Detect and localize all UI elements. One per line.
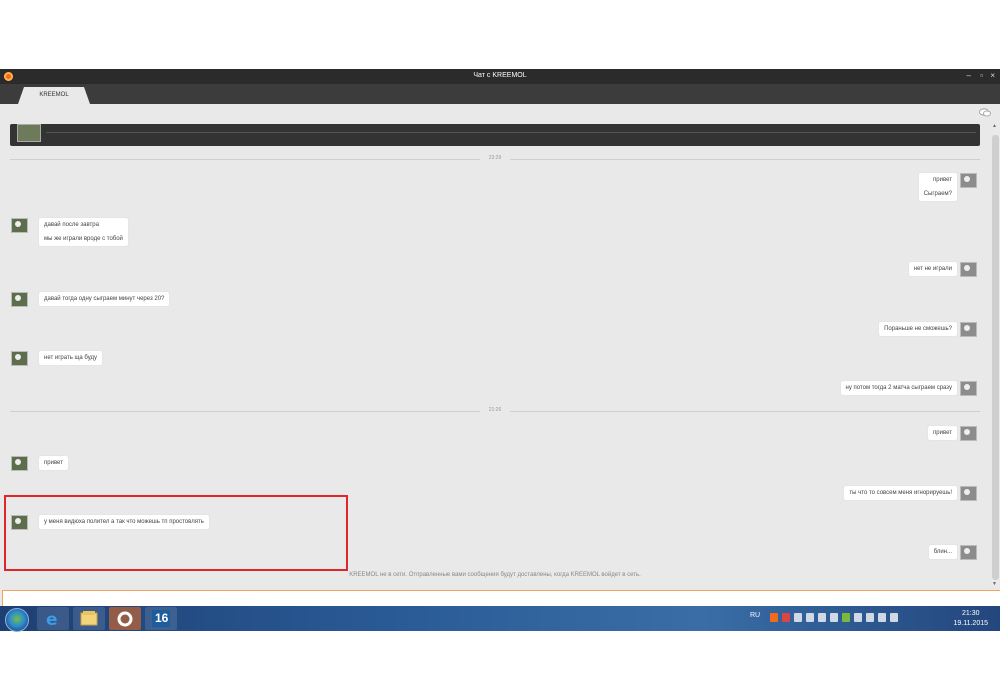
message-bubble: ты что то совсем меня игнорируешь! (844, 486, 957, 500)
contact-banner (10, 124, 980, 146)
avatar[interactable] (960, 381, 977, 396)
message-bubble: привет Сыграем? (918, 173, 957, 201)
origin-icon (117, 611, 133, 627)
start-button[interactable] (5, 608, 29, 632)
maximize-button[interactable]: ▫ (980, 71, 983, 80)
message-bubble: ну потом тогда 2 матча сыграем сразу (840, 381, 957, 395)
app16-label: 16 (155, 611, 169, 625)
system-tray (770, 613, 898, 622)
tray-monitor-icon[interactable] (830, 613, 838, 622)
avatar[interactable] (960, 173, 977, 188)
taskbar-ie[interactable]: e (37, 607, 69, 630)
svg-text:e: e (46, 610, 58, 627)
message-text: блин... (933, 549, 952, 555)
tab-kreemol[interactable]: KREEMOL (18, 87, 90, 104)
message-text: ну потом тогда 2 матча сыграем сразу (845, 385, 953, 391)
tray-network-icon[interactable] (794, 613, 802, 622)
taskbar-origin[interactable] (109, 607, 141, 630)
message-bubble: привет (39, 456, 68, 470)
banner-divider (46, 132, 976, 133)
scrollbar-thumb[interactable] (992, 135, 999, 580)
message-text: привет (44, 460, 63, 466)
internet-explorer-icon: e (46, 610, 58, 627)
message-text: мы же играли вроде с тобой (44, 236, 123, 242)
avatar[interactable] (960, 486, 977, 501)
folder-icon (80, 611, 98, 626)
avatar[interactable] (960, 262, 977, 277)
message-text: Сыграем? (923, 191, 952, 197)
tray-origin-icon[interactable] (770, 613, 778, 622)
tab-bar: KREEMOL (0, 84, 1000, 104)
time-separator: 23:29 (10, 155, 980, 161)
message-bubble: нет не играли (908, 262, 957, 276)
time-separator: 21:26 (10, 407, 980, 413)
tray-action-center-icon[interactable] (854, 613, 862, 622)
message-text: давай тогда одну сыграем минут через 20? (44, 296, 165, 302)
contact-avatar (17, 124, 41, 142)
offline-status: KREEMOL не в сети. Отправленные вами соо… (349, 572, 641, 578)
clock[interactable]: 21:30 19.11.2015 (953, 609, 988, 629)
message-text: Пораньше не сможешь? (884, 326, 952, 332)
avatar[interactable] (11, 292, 28, 307)
highlight-box (4, 495, 348, 571)
avatar[interactable] (960, 426, 977, 441)
taskbar-explorer[interactable] (73, 607, 105, 630)
chat-bubble-icon[interactable] (979, 108, 991, 117)
message-text: привет (933, 430, 952, 436)
message-bubble: привет (928, 426, 957, 440)
avatar[interactable] (960, 322, 977, 337)
tray-nvidia-icon[interactable] (842, 613, 850, 622)
tray-kaspersky-icon[interactable] (782, 613, 790, 622)
message-text: давай после завтра (44, 222, 99, 228)
scroll-up-icon[interactable]: ▲ (992, 123, 997, 129)
title-bar[interactable]: Чат с KREEMOL – ▫ × (0, 69, 1000, 84)
message-input[interactable] (2, 590, 1000, 607)
close-button[interactable]: × (990, 71, 995, 80)
clock-date: 19.11.2015 (953, 620, 988, 627)
tray-flag-icon[interactable] (866, 613, 874, 622)
window-title: Чат с KREEMOL (473, 72, 527, 79)
message-bubble: блин... (928, 545, 957, 559)
language-indicator[interactable]: RU (750, 612, 760, 619)
message-text: ты что то совсем меня игнорируешь! (849, 490, 952, 496)
taskbar: e 16 RU 21:30 19.11.2015 (0, 606, 1000, 632)
avatar[interactable] (11, 218, 28, 233)
scroll-down-icon[interactable]: ▼ (992, 581, 997, 587)
clock-time: 21:30 (961, 610, 980, 617)
avatar[interactable] (11, 351, 28, 366)
tray-volume-icon[interactable] (890, 613, 898, 622)
tray-display-icon[interactable] (878, 613, 886, 622)
message-bubble: нет играть ща буду (39, 351, 103, 365)
avatar[interactable] (960, 545, 977, 560)
tray-shield-icon[interactable] (806, 613, 814, 622)
message-bubble: давай тогда одну сыграем минут через 20? (39, 292, 170, 306)
message-text: нет играть ща буду (44, 355, 98, 361)
taskbar-app16[interactable]: 16 (145, 607, 177, 630)
message-text: нет не играли (913, 266, 952, 272)
message-bubble: Пораньше не сможешь? (879, 322, 957, 336)
tray-update-icon[interactable] (818, 613, 826, 622)
message-bubble: давай после завтра мы же играли вроде с т… (39, 218, 128, 246)
avatar[interactable] (11, 456, 28, 471)
tab-label: KREEMOL (39, 92, 69, 98)
message-text: привет (933, 177, 952, 183)
minimize-button[interactable]: – (967, 71, 971, 80)
scrollbar[interactable]: ▲ ▼ (991, 123, 1000, 587)
